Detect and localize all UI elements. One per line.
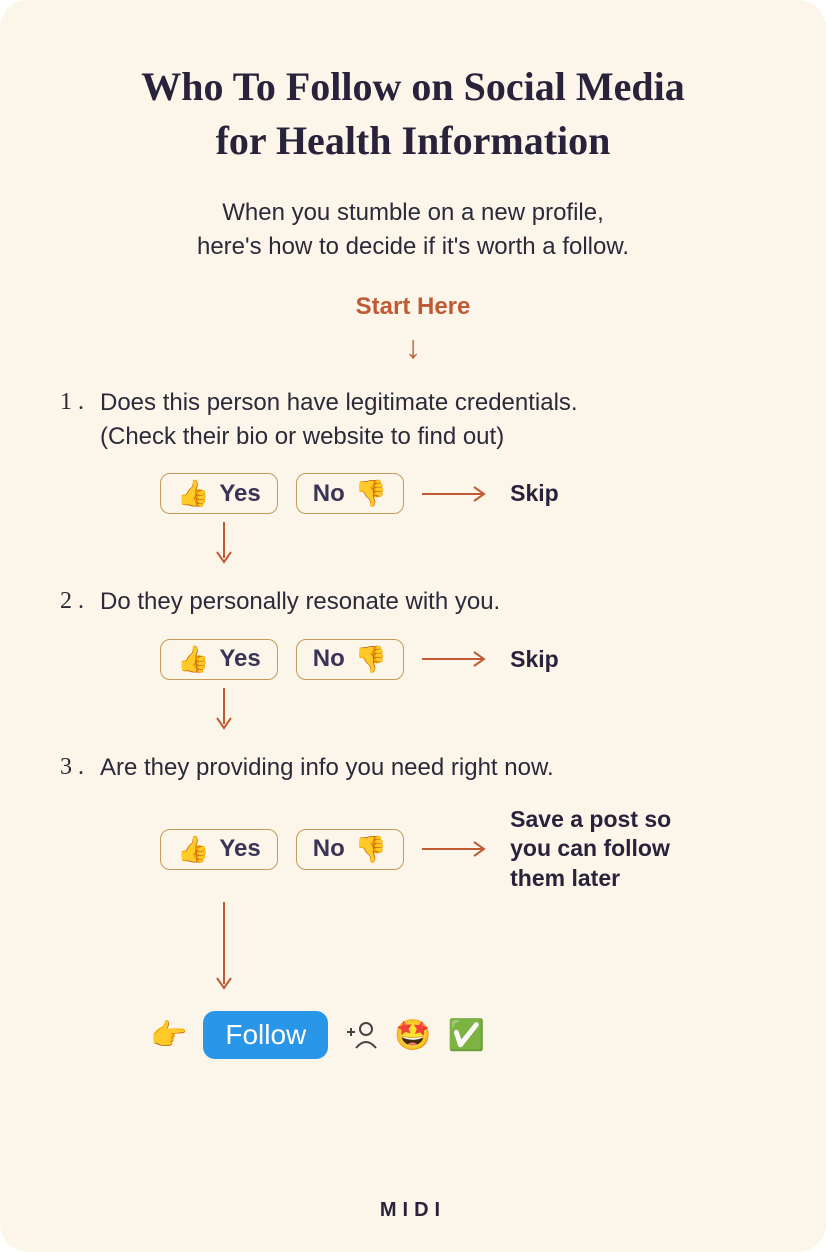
step-2-text: 2 . Do they personally resonate with you… (60, 585, 766, 619)
follow-row: 👉 Follow 🤩 ✅ (150, 1011, 766, 1059)
thumbs-down-icon: 👎 (355, 478, 387, 509)
step-1: 1 . Does this person have legitimate cre… (60, 386, 766, 571)
arrow-down-icon (214, 522, 766, 571)
arrow-right-icon (422, 484, 492, 504)
step-1-text: 1 . Does this person have legitimate cre… (60, 386, 766, 453)
step-3: 3 . Are they providing info you need rig… (60, 751, 766, 997)
infographic-card: Who To Follow on Social Media for Health… (0, 0, 826, 1252)
yes-label: Yes (219, 645, 260, 673)
step-1-line-1: Does this person have legitimate credent… (100, 389, 578, 416)
no-pill: No 👎 (296, 473, 404, 514)
thumbs-up-icon: 👍 (177, 644, 209, 675)
page-title: Who To Follow on Social Media for Health… (60, 60, 766, 168)
thumbs-down-icon: 👎 (355, 834, 387, 865)
step-1-number: 1 . (60, 386, 88, 453)
subtitle: When you stumble on a new profile, here'… (60, 196, 766, 263)
step-3-body: Are they providing info you need right n… (100, 751, 766, 785)
check-icon: ✅ (448, 1018, 485, 1053)
title-line-2: for Health Information (216, 118, 611, 163)
yes-label: Yes (219, 480, 260, 508)
save-post-label: Save a post so you can follow them later (510, 805, 710, 895)
step-2-decision: 👍 Yes No 👎 Skip (160, 639, 766, 680)
yes-pill: 👍 Yes (160, 473, 278, 514)
no-pill: No 👎 (296, 829, 404, 870)
yes-pill: 👍 Yes (160, 639, 278, 680)
skip-label: Skip (510, 646, 559, 673)
no-label: No (313, 645, 345, 673)
yes-label: Yes (219, 835, 260, 863)
arrow-right-icon (422, 649, 492, 669)
footer-logo: MIDI (0, 1199, 826, 1222)
title-line-1: Who To Follow on Social Media (141, 64, 684, 109)
no-pill: No 👎 (296, 639, 404, 680)
step-3-text: 3 . Are they providing info you need rig… (60, 751, 766, 785)
start-here-label: Start Here (60, 293, 766, 321)
thumbs-down-icon: 👎 (355, 644, 387, 675)
step-2-number: 2 . (60, 585, 88, 619)
no-label: No (313, 480, 345, 508)
arrow-down-icon (214, 688, 766, 737)
arrow-down-icon: ↓ (60, 329, 766, 366)
skip-label: Skip (510, 480, 559, 507)
follow-button[interactable]: Follow (203, 1011, 328, 1059)
step-2-body: Do they personally resonate with you. (100, 585, 766, 619)
step-1-decision: 👍 Yes No 👎 Skip (160, 473, 766, 514)
yes-pill: 👍 Yes (160, 829, 278, 870)
thumbs-up-icon: 👍 (177, 834, 209, 865)
step-3-decision: 👍 Yes No 👎 Save a post so you can follow… (160, 805, 766, 895)
thumbs-up-icon: 👍 (177, 478, 209, 509)
step-1-line-2: (Check their bio or website to find out) (100, 423, 504, 450)
no-label: No (313, 835, 345, 863)
step-1-body: Does this person have legitimate credent… (100, 386, 766, 453)
subtitle-line-2: here's how to decide if it's worth a fol… (197, 233, 629, 260)
point-right-icon: 👉 (150, 1018, 187, 1053)
star-struck-icon: 🤩 (394, 1018, 431, 1053)
arrow-down-icon (214, 902, 766, 997)
arrow-right-icon (422, 839, 492, 859)
step-2: 2 . Do they personally resonate with you… (60, 585, 766, 737)
step-3-number: 3 . (60, 751, 88, 785)
subtitle-line-1: When you stumble on a new profile, (222, 199, 604, 226)
add-person-icon (344, 1018, 378, 1052)
